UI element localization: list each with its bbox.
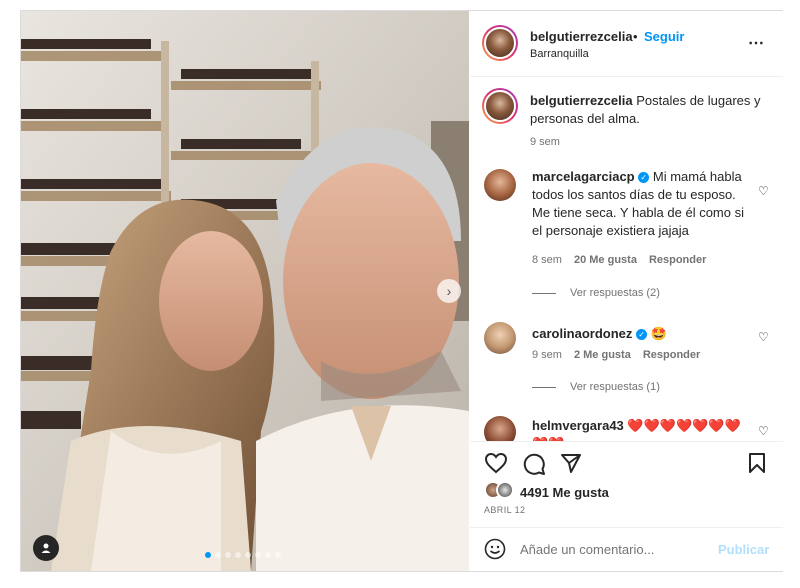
carousel-next-button[interactable]: ›: [437, 279, 461, 303]
carousel-dot: [235, 552, 241, 558]
view-replies-label: Ver respuestas (2): [570, 287, 660, 299]
post-location[interactable]: Barranquilla: [530, 48, 589, 60]
liker-avatar: [496, 481, 514, 499]
chevron-right-icon: ›: [446, 283, 452, 299]
carousel-dot: [275, 552, 281, 558]
caption-time[interactable]: 9 sem: [530, 136, 560, 148]
carousel-dot: [205, 552, 211, 558]
add-comment-bar: Publicar: [470, 527, 783, 571]
carousel-dots: [205, 552, 281, 558]
comment: helmvergara43 ❤️❤️❤️❤️❤️❤️❤️❤️❤️: [532, 417, 754, 441]
comment-time[interactable]: 9 sem: [532, 349, 562, 361]
comment-time[interactable]: 8 sem: [532, 254, 562, 266]
comment: carolinaordonez ✓ 🤩: [532, 325, 754, 343]
user-tag-button[interactable]: [33, 535, 59, 561]
comment-username[interactable]: helmvergara43: [532, 418, 624, 433]
follow-button[interactable]: Seguir: [644, 29, 684, 44]
comment-likes[interactable]: 2 Me gusta: [574, 349, 631, 361]
comment-likes[interactable]: 20 Me gusta: [574, 254, 637, 266]
comments-list[interactable]: belgutierrezcelia Postales de lugares y …: [470, 78, 783, 441]
comment-like-icon[interactable]: ♡: [758, 330, 769, 344]
comment-text: 🤩: [650, 326, 667, 341]
post-modal: › belgutierrezcelia • Seguir Barranquill…: [20, 10, 783, 572]
comment-avatar[interactable]: [484, 322, 516, 354]
comment: marcelagarciacp ✓ Mi mamá habla todos lo…: [532, 168, 754, 240]
post-photo[interactable]: ›: [21, 11, 469, 571]
replies-line: [532, 386, 556, 388]
comment-meta: 8 sem 20 Me gusta Responder: [532, 254, 706, 266]
caption-username[interactable]: belgutierrezcelia: [530, 93, 633, 108]
user-tag-icon: [41, 543, 51, 553]
verified-badge-icon: ✓: [638, 172, 650, 183]
comment-username[interactable]: marcelagarciacp: [532, 169, 635, 184]
share-icon[interactable]: [560, 452, 582, 474]
comment-avatar[interactable]: [484, 169, 516, 201]
comment-avatar[interactable]: [484, 416, 516, 441]
replies-line: [532, 292, 556, 294]
author-avatar[interactable]: [482, 25, 518, 61]
heart-icon[interactable]: [484, 452, 508, 474]
add-comment-input[interactable]: [520, 542, 710, 557]
photo-illustration: [21, 11, 469, 571]
caption-meta: 9 sem: [530, 136, 560, 148]
post-date[interactable]: ABRIL 12: [484, 505, 525, 515]
smile-icon[interactable]: [484, 538, 506, 560]
post-header: belgutierrezcelia • Seguir Barranquilla …: [470, 11, 783, 77]
view-replies-label: Ver respuestas (1): [570, 381, 660, 393]
comment-username[interactable]: carolinaordonez: [532, 326, 632, 341]
carousel-dot: [215, 552, 221, 558]
author-username[interactable]: belgutierrezcelia: [530, 29, 633, 44]
carousel-dot: [265, 552, 271, 558]
comment-reply-button[interactable]: Responder: [643, 349, 700, 361]
caption-avatar[interactable]: [482, 88, 518, 124]
view-replies-button[interactable]: Ver respuestas (2): [532, 287, 660, 299]
publish-button[interactable]: Publicar: [718, 542, 769, 557]
action-bar: [470, 441, 783, 481]
carousel-dot: [245, 552, 251, 558]
likes-count[interactable]: 4491 Me gusta: [520, 485, 609, 500]
comment-like-icon[interactable]: ♡: [758, 184, 769, 198]
separator-dot: •: [633, 29, 638, 44]
carousel-dot: [255, 552, 261, 558]
more-icon[interactable]: ⋯: [748, 33, 765, 53]
comment-like-icon[interactable]: ♡: [758, 424, 769, 438]
comment-icon[interactable]: [522, 452, 546, 476]
bookmark-icon[interactable]: [748, 452, 766, 474]
likers-avatars[interactable]: [484, 481, 514, 499]
carousel-dot: [225, 552, 231, 558]
verified-badge-icon: ✓: [636, 329, 648, 340]
comment-meta: 9 sem 2 Me gusta Responder: [532, 349, 700, 361]
comment-reply-button[interactable]: Responder: [649, 254, 706, 266]
view-replies-button[interactable]: Ver respuestas (1): [532, 381, 660, 393]
post-side-panel: belgutierrezcelia • Seguir Barranquilla …: [470, 11, 783, 571]
caption: belgutierrezcelia Postales de lugares y …: [530, 92, 770, 128]
